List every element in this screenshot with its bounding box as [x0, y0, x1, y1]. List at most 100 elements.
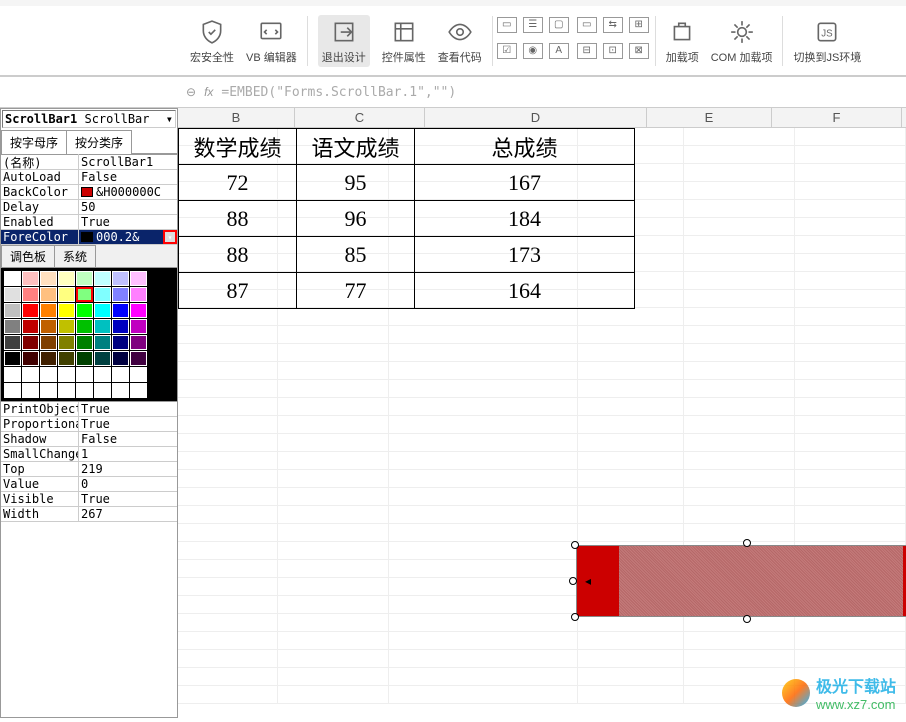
- column-header[interactable]: D: [425, 108, 647, 127]
- color-cell[interactable]: [112, 351, 129, 366]
- cell[interactable]: [578, 506, 685, 524]
- color-cell[interactable]: [94, 383, 111, 398]
- selection-handle[interactable]: [571, 541, 579, 549]
- cell[interactable]: [389, 560, 578, 578]
- cell[interactable]: [178, 542, 278, 560]
- cell[interactable]: [795, 290, 906, 308]
- spreadsheet[interactable]: BCDEF 数学成绩语文成绩总成绩72951678896184888517387…: [178, 108, 906, 718]
- color-cell[interactable]: [112, 287, 129, 302]
- property-value[interactable]: 50: [79, 200, 177, 214]
- cell[interactable]: [795, 506, 906, 524]
- control-item[interactable]: ⊞: [629, 17, 649, 33]
- color-cell[interactable]: [76, 351, 93, 366]
- color-cell[interactable]: [76, 287, 93, 302]
- cell[interactable]: [278, 434, 389, 452]
- cell[interactable]: [684, 326, 795, 344]
- color-cell[interactable]: [22, 287, 39, 302]
- cell[interactable]: [684, 254, 795, 272]
- cell[interactable]: [684, 452, 795, 470]
- cell[interactable]: [795, 488, 906, 506]
- cell[interactable]: [389, 380, 578, 398]
- cell[interactable]: [578, 668, 685, 686]
- property-row[interactable]: Width267: [1, 507, 177, 522]
- selection-handle[interactable]: [743, 539, 751, 547]
- vb-editor-button[interactable]: VB 编辑器: [246, 17, 297, 65]
- cell[interactable]: [684, 236, 795, 254]
- control-item[interactable]: ⇆: [603, 17, 623, 33]
- cell[interactable]: [578, 650, 685, 668]
- cell[interactable]: [278, 650, 389, 668]
- cell[interactable]: [278, 326, 389, 344]
- cell[interactable]: [684, 164, 795, 182]
- cell[interactable]: [795, 434, 906, 452]
- color-cell[interactable]: [112, 383, 129, 398]
- cell[interactable]: [795, 650, 906, 668]
- cell[interactable]: [178, 380, 278, 398]
- cell[interactable]: [278, 542, 389, 560]
- control-item[interactable]: A: [549, 43, 569, 59]
- fx-icon[interactable]: fx: [204, 85, 213, 99]
- cell[interactable]: [578, 452, 685, 470]
- cell[interactable]: [178, 416, 278, 434]
- color-cell[interactable]: [94, 271, 111, 286]
- exit-design-button[interactable]: 退出设计: [318, 15, 370, 67]
- cell[interactable]: [795, 326, 906, 344]
- cell[interactable]: [578, 632, 685, 650]
- color-cell[interactable]: [58, 383, 75, 398]
- scrollbar-control[interactable]: ◂ ▸: [576, 545, 906, 617]
- cell[interactable]: [278, 344, 389, 362]
- switch-js-button[interactable]: JS 切换到JS环境: [793, 17, 861, 65]
- color-cell[interactable]: [40, 351, 57, 366]
- cell[interactable]: [178, 434, 278, 452]
- cell[interactable]: [578, 416, 685, 434]
- cell[interactable]: [684, 398, 795, 416]
- cell[interactable]: [684, 182, 795, 200]
- cell[interactable]: [178, 452, 278, 470]
- cell[interactable]: [795, 128, 906, 146]
- cell[interactable]: [684, 506, 795, 524]
- cell[interactable]: [684, 632, 795, 650]
- cell[interactable]: [684, 650, 795, 668]
- color-cell[interactable]: [112, 271, 129, 286]
- cell[interactable]: [578, 488, 685, 506]
- color-cell[interactable]: [22, 271, 39, 286]
- cell[interactable]: [178, 578, 278, 596]
- color-cell[interactable]: [58, 335, 75, 350]
- cell[interactable]: [278, 398, 389, 416]
- scrollbar-thumb[interactable]: [599, 546, 619, 616]
- cell[interactable]: [389, 398, 578, 416]
- cell[interactable]: [684, 416, 795, 434]
- color-cell[interactable]: [40, 303, 57, 318]
- cell[interactable]: [178, 344, 278, 362]
- object-selector[interactable]: ScrollBar1 ScrollBar ▾: [2, 110, 176, 128]
- tab-system[interactable]: 系统: [54, 245, 96, 267]
- cell[interactable]: [389, 452, 578, 470]
- cell[interactable]: [389, 488, 578, 506]
- cell[interactable]: [684, 668, 795, 686]
- cell[interactable]: [178, 308, 278, 326]
- property-row[interactable]: ShadowFalse: [1, 432, 177, 447]
- cell[interactable]: [389, 308, 578, 326]
- color-cell[interactable]: [40, 287, 57, 302]
- cell[interactable]: [178, 596, 278, 614]
- cell[interactable]: [578, 524, 685, 542]
- color-cell[interactable]: [4, 303, 21, 318]
- color-cell[interactable]: [130, 367, 147, 382]
- color-cell[interactable]: [58, 367, 75, 382]
- color-cell[interactable]: [130, 335, 147, 350]
- control-palette[interactable]: ▭ ☰ ▢ ☑ ◉ A: [497, 17, 571, 65]
- cell[interactable]: [795, 632, 906, 650]
- formula-input[interactable]: [221, 85, 898, 100]
- color-cell[interactable]: [4, 383, 21, 398]
- cell[interactable]: [389, 434, 578, 452]
- cell[interactable]: [684, 146, 795, 164]
- control-item[interactable]: ⊟: [577, 43, 597, 59]
- color-cell[interactable]: [94, 319, 111, 334]
- property-row[interactable]: Value0: [1, 477, 177, 492]
- selection-handle[interactable]: [571, 613, 579, 621]
- cell[interactable]: [795, 218, 906, 236]
- property-row[interactable]: AutoLoadFalse: [1, 170, 177, 185]
- cell[interactable]: [795, 164, 906, 182]
- addins-button[interactable]: 加载项: [666, 17, 699, 65]
- cell[interactable]: [278, 488, 389, 506]
